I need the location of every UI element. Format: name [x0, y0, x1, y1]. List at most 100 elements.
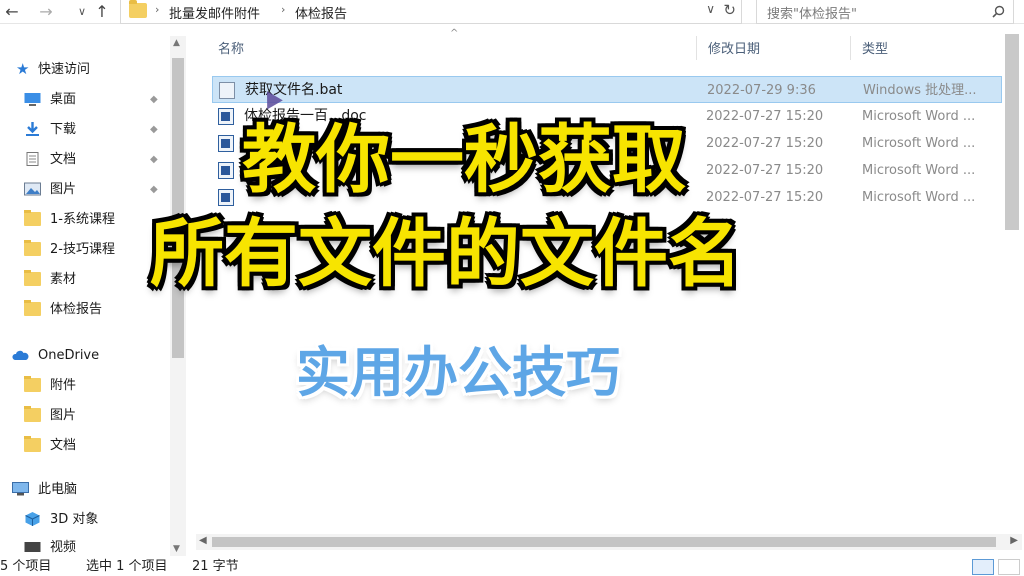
sidebar-item-folder[interactable]: 1-系统课程: [0, 206, 170, 234]
sidebar-item-documents[interactable]: 文档 ◆: [0, 146, 170, 174]
back-button[interactable]: ←: [2, 2, 22, 22]
overlay-subtitle: 实用办公技巧: [296, 341, 620, 404]
sidebar-item-onedrive[interactable]: OneDrive: [0, 342, 170, 370]
folder-icon: [24, 406, 41, 422]
sidebar-item-folder[interactable]: 体检报告: [0, 296, 170, 324]
column-header-type[interactable]: 类型: [862, 38, 888, 57]
file-type: Microsoft Word ...: [862, 136, 976, 151]
scrollbar-thumb[interactable]: [172, 58, 184, 358]
scrollbar-thumb[interactable]: [1005, 34, 1019, 230]
file-type: Microsoft Word ...: [862, 190, 976, 205]
scrollbar-thumb[interactable]: [212, 537, 996, 547]
selection-size: 21 字节: [192, 559, 239, 574]
column-header-date[interactable]: 修改日期: [708, 38, 760, 57]
column-divider[interactable]: [696, 36, 697, 60]
column-divider[interactable]: [850, 36, 851, 60]
folder-icon: [24, 300, 41, 316]
batch-file-icon: [219, 82, 235, 99]
scroll-up-icon[interactable]: ▲: [173, 38, 180, 48]
up-button[interactable]: ↑: [92, 2, 112, 22]
sidebar-item-label: 附件: [50, 378, 77, 393]
horizontal-scrollbar[interactable]: ◀ ▶: [196, 534, 1022, 550]
pin-icon: ◆: [150, 184, 158, 195]
sidebar-item-label: 2-技巧课程: [50, 242, 115, 257]
sort-caret-icon: ^: [450, 28, 459, 39]
folder-icon: [24, 376, 41, 392]
refresh-icon[interactable]: ↻: [723, 1, 736, 19]
file-list-scrollbar[interactable]: [1002, 28, 1022, 536]
overlay-title-line1: 教你一秒获取: [242, 117, 686, 203]
file-date: 2022-07-27 15:20: [706, 163, 824, 178]
scroll-down-icon[interactable]: ▼: [173, 544, 180, 554]
large-icons-view-button[interactable]: [998, 559, 1020, 575]
status-bar: 5 个项目 选中 1 个项目 21 字节: [0, 558, 1024, 576]
pin-icon: ◆: [150, 124, 158, 135]
picture-icon: [24, 182, 41, 196]
file-type: Windows 批处理...: [863, 83, 977, 98]
selection-count: 选中 1 个项目: [86, 559, 168, 574]
sidebar-item-videos[interactable]: 视频: [0, 534, 170, 556]
recent-locations-button[interactable]: ∨: [72, 2, 92, 22]
item-count: 5 个项目: [0, 559, 52, 574]
folder-icon: [129, 0, 147, 18]
breadcrumb[interactable]: › 批量发邮件附件 › 体检报告 ∨ ↻: [120, 0, 742, 24]
sidebar-item-label: 桌面: [50, 92, 77, 107]
sidebar-item-label: 此电脑: [38, 482, 78, 497]
chevron-right-icon[interactable]: ›: [155, 3, 159, 16]
pin-icon: ◆: [150, 94, 158, 105]
computer-icon: [12, 482, 29, 496]
sidebar-item-folder[interactable]: 文档: [0, 432, 170, 460]
star-icon: ★: [16, 60, 30, 78]
download-icon: [26, 122, 39, 136]
sidebar-item-pictures[interactable]: 图片 ◆: [0, 176, 170, 204]
column-header-name[interactable]: 名称: [218, 38, 244, 57]
sidebar-item-desktop[interactable]: 桌面 ◆: [0, 86, 170, 114]
sidebar-item-folder[interactable]: 素材: [0, 266, 170, 294]
sidebar-item-label: 视频: [50, 540, 77, 555]
sidebar-item-label: 快速访问: [38, 62, 91, 77]
sidebar-item-this-pc[interactable]: 此电脑: [0, 476, 170, 504]
chevron-right-icon[interactable]: ›: [281, 3, 285, 16]
file-type: Microsoft Word ...: [862, 109, 976, 124]
sidebar-item-label: OneDrive: [38, 348, 100, 363]
folder-icon: [24, 270, 41, 286]
folder-icon: [24, 436, 41, 452]
sidebar-item-3d-objects[interactable]: 3D 对象: [0, 506, 170, 534]
table-row[interactable]: 获取文件名.bat 2022-07-29 9:36 Windows 批处理...: [212, 76, 1002, 103]
forward-button[interactable]: →: [36, 2, 56, 22]
details-view-button[interactable]: [972, 559, 994, 575]
video-icon: [24, 542, 41, 552]
sidebar-item-quick-access[interactable]: ★ 快速访问: [0, 56, 170, 84]
sidebar-item-label: 3D 对象: [50, 512, 99, 527]
search-input[interactable]: 搜索"体检报告": [756, 0, 1014, 24]
file-type: Microsoft Word ...: [862, 163, 976, 178]
desktop-icon: [24, 93, 41, 106]
scroll-left-icon[interactable]: ◀: [199, 535, 207, 546]
search-placeholder: 搜索"体检报告": [767, 7, 857, 22]
sidebar-item-label: 下载: [50, 122, 77, 137]
search-icon[interactable]: [992, 5, 1005, 18]
sidebar-item-folder[interactable]: 图片: [0, 402, 170, 430]
scroll-right-icon[interactable]: ▶: [1010, 535, 1018, 546]
word-file-icon: [218, 108, 234, 125]
sidebar-item-label: 1-系统课程: [50, 212, 115, 227]
sidebar-item-folder[interactable]: 2-技巧课程: [0, 236, 170, 264]
cube-icon: [25, 512, 40, 526]
word-file-icon: [218, 135, 234, 152]
sidebar-item-label: 图片: [50, 408, 77, 423]
sidebar-item-label: 文档: [50, 438, 77, 453]
sidebar-item-label: 图片: [50, 182, 77, 197]
folder-icon: [24, 240, 41, 256]
sidebar-item-folder[interactable]: 附件: [0, 372, 170, 400]
pin-icon: ◆: [150, 154, 158, 165]
word-file-icon: [218, 162, 234, 179]
sidebar-item-downloads[interactable]: 下载 ◆: [0, 116, 170, 144]
sidebar-item-label: 体检报告: [50, 302, 103, 317]
document-icon: [26, 152, 39, 166]
sidebar-item-label: 文档: [50, 152, 77, 167]
address-bar: ← → ∨ ↑ › 批量发邮件附件 › 体检报告 ∨ ↻ 搜索"体检报告": [0, 0, 1024, 24]
chevron-down-icon[interactable]: ∨: [706, 2, 715, 16]
breadcrumb-item[interactable]: 批量发邮件附件: [169, 3, 260, 22]
breadcrumb-item[interactable]: 体检报告: [295, 3, 347, 22]
sidebar-item-label: 素材: [50, 272, 77, 287]
